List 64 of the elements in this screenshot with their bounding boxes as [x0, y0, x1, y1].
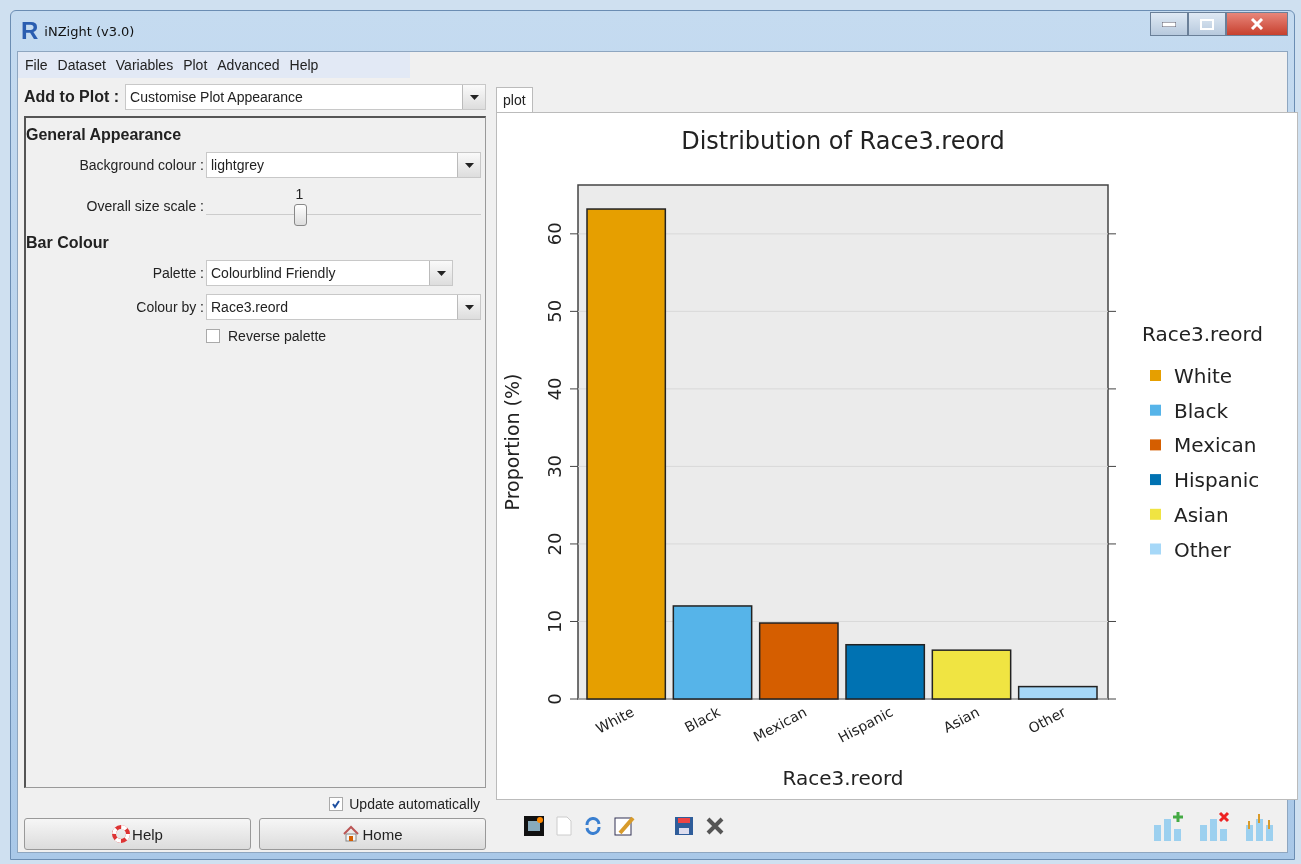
close-button[interactable]	[1226, 12, 1288, 36]
legend-label: Mexican	[1174, 433, 1257, 458]
home-button[interactable]: Home	[259, 818, 486, 850]
house-icon	[342, 825, 361, 843]
refresh-icon[interactable]	[584, 817, 602, 835]
caret-icon	[469, 94, 479, 100]
dropdown[interactable]: lightgrey	[206, 152, 481, 178]
close-icon	[1250, 18, 1264, 30]
pencil-icon[interactable]	[614, 815, 636, 837]
checkbox[interactable]	[329, 797, 344, 811]
slider-thumb[interactable]	[293, 204, 307, 226]
y-tick-label: 10	[544, 610, 565, 633]
tab[interactable]: plot	[496, 87, 533, 112]
remove-plot-icon[interactable]	[1198, 811, 1232, 841]
legend-label: Hispanic	[1174, 468, 1260, 493]
minimize-icon	[1162, 21, 1176, 27]
help-button[interactable]: Help	[24, 818, 251, 850]
caret-icon	[436, 270, 446, 276]
section-heading: General Appearance	[26, 126, 183, 144]
slider-value: 1	[295, 186, 304, 202]
legend-label: Black	[1174, 398, 1229, 423]
legend-label: Other	[1174, 537, 1231, 562]
save-icon[interactable]	[674, 816, 694, 836]
checkbox-label: Reverse palette	[228, 328, 327, 344]
x-axis-label: Race3.reord	[782, 766, 904, 790]
field-label: Background colour :	[78, 157, 205, 173]
minimize-button[interactable]	[1150, 12, 1188, 36]
field-label: Overall size scale :	[85, 198, 205, 214]
window-title: iNZight (v3.0)	[44, 23, 135, 39]
maximize-button[interactable]	[1188, 12, 1226, 36]
close-icon[interactable]	[706, 817, 724, 835]
add-plot-icon[interactable]	[1152, 811, 1186, 841]
add-to-plot-label: Add to Plot :	[24, 88, 120, 106]
y-tick-label: 30	[544, 454, 565, 478]
field-label: Palette :	[151, 265, 205, 281]
menu-item[interactable]: Help	[284, 55, 324, 75]
lifebuoy-icon	[112, 825, 131, 843]
y-axis-label: Proportion (%)	[501, 373, 523, 511]
field-label: Colour by :	[135, 299, 205, 315]
menu-item[interactable]: Variables	[110, 55, 179, 75]
menu-item[interactable]: Plot	[178, 55, 213, 75]
app-logo: R	[21, 17, 39, 45]
menu-item[interactable]: Advanced	[212, 55, 285, 75]
y-tick-label: 0	[544, 693, 565, 705]
legend-title: Race3.reord	[1142, 322, 1263, 346]
y-tick-label: 60	[544, 222, 565, 246]
section-heading: Bar Colour	[26, 234, 110, 252]
checkbox-label: Update automatically	[349, 796, 480, 812]
menu-item[interactable]: Dataset	[52, 55, 111, 75]
legend-label: White	[1174, 364, 1233, 388]
checkbox[interactable]	[206, 329, 220, 343]
caret-icon	[464, 162, 474, 168]
caret-icon	[464, 304, 474, 310]
chart-title: Distribution of Race3.reord	[681, 127, 1005, 155]
maximize-icon	[1200, 18, 1214, 30]
dropdown[interactable]: Race3.reord	[206, 294, 481, 320]
y-tick-label: 50	[544, 299, 565, 323]
dropdown[interactable]: Customise Plot Appearance	[125, 84, 486, 110]
legend-label: Asian	[1174, 502, 1229, 527]
y-tick-label: 40	[544, 377, 565, 401]
menu-item[interactable]: File	[20, 55, 53, 75]
y-tick-label: 20	[544, 532, 565, 556]
plot-window-icon[interactable]	[524, 816, 544, 836]
dropdown[interactable]: Colourblind Friendly	[206, 260, 453, 286]
